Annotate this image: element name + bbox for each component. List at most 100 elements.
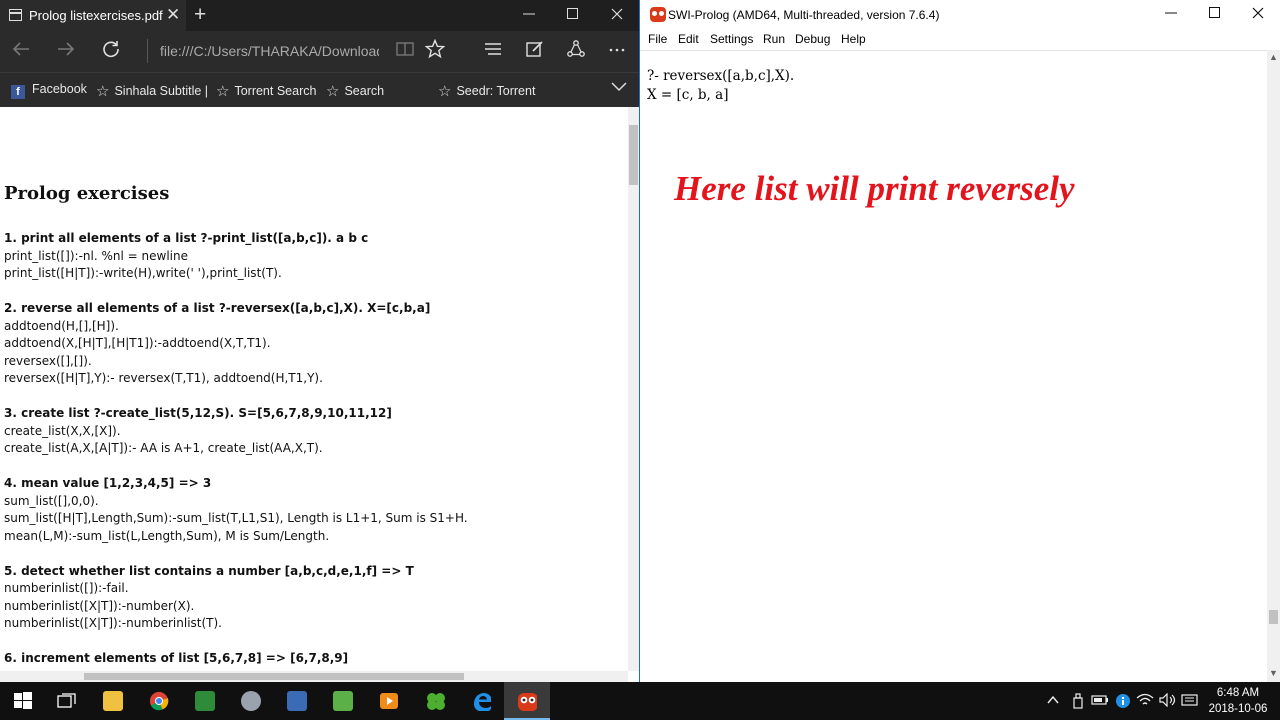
code-line: numberinlist([X|T]):-number(X).: [4, 598, 195, 613]
edge-tab-bar: Prolog listexercises.pdf ✕ +: [0, 0, 639, 31]
tab-title: Prolog listexercises.pdf: [29, 8, 163, 23]
minimize-icon[interactable]: [507, 0, 551, 31]
section-heading: 3. create list ?-create_list(5,12,S). S=…: [4, 406, 392, 420]
refresh-icon[interactable]: [96, 39, 126, 65]
pdf-horizontal-scrollbar[interactable]: [0, 671, 628, 682]
pdf-section: 5. detect whether list contains a number…: [4, 563, 624, 633]
app-icon: [195, 691, 215, 711]
tab-pdf[interactable]: Prolog listexercises.pdf ✕: [0, 0, 186, 31]
taskbar-app[interactable]: [320, 682, 366, 720]
clock-time: 6:48 AM: [1216, 687, 1260, 699]
code-line: print_list([]):-nl. %nl = newline: [4, 248, 188, 263]
section-heading: 2. reverse all elements of a list ?-reve…: [4, 301, 431, 315]
console-query: ?- reversex([a,b,c],X).: [647, 68, 795, 84]
edge-icon: [474, 693, 491, 711]
taskbar-chrome[interactable]: [136, 682, 182, 720]
minimize-icon[interactable]: [1149, 0, 1193, 30]
star-icon: ☆: [96, 83, 110, 100]
taskbar-edge[interactable]: [458, 682, 504, 720]
chevron-up-icon[interactable]: [1046, 693, 1060, 710]
scrollbar-thumb[interactable]: [629, 125, 638, 185]
code-line: print_list([H|T]):-write(H),write(' '),p…: [4, 266, 282, 280]
taskbar-media-player[interactable]: [366, 682, 412, 720]
app-icon: [287, 691, 307, 711]
menu-help[interactable]: Help: [841, 32, 866, 46]
favorite-label: Torrent Search: [234, 84, 317, 98]
maximize-icon[interactable]: [551, 0, 595, 31]
back-icon[interactable]: [6, 39, 36, 65]
usb-icon[interactable]: [1071, 693, 1085, 712]
document-icon: [9, 9, 22, 21]
more-icon[interactable]: [602, 39, 632, 65]
code-line: addtoend(H,[],[H]).: [4, 318, 119, 333]
code-line: reversex([H|T],Y):- reversex(T,T1), addt…: [4, 371, 323, 385]
address-bar[interactable]: file:///C:/Users/THARAKA/Downloads/Dc: [147, 39, 379, 63]
start-icon: [14, 692, 32, 709]
maximize-icon[interactable]: [1193, 0, 1237, 30]
pdf-section: 1. print all elements of a list ?-print_…: [4, 230, 624, 283]
volume-icon[interactable]: [1159, 692, 1177, 710]
prolog-console[interactable]: ?- reversex([a,b,c],X). X = [c, b, a] He…: [640, 50, 1267, 667]
share-icon[interactable]: [561, 39, 591, 65]
section-heading: 5. detect whether list contains a number…: [4, 563, 414, 578]
console-scrollbar[interactable]: ▲ ▼: [1267, 50, 1280, 682]
scroll-up-icon[interactable]: ▲: [1269, 52, 1278, 62]
favorite-star-icon[interactable]: [420, 38, 450, 65]
swi-title-bar: SWI-Prolog (AMD64, Multi-threaded, versi…: [640, 0, 1280, 30]
system-clock[interactable]: 6:48 AM 2018-10-06: [1203, 685, 1273, 717]
hub-icon[interactable]: [478, 39, 508, 65]
info-icon[interactable]: [1115, 693, 1131, 712]
window-title: SWI-Prolog (AMD64, Multi-threaded, versi…: [668, 8, 940, 22]
pdf-section: 4. mean value [1,2,3,4,5] => 3 sum_list(…: [4, 475, 624, 545]
close-tab-icon[interactable]: ✕: [166, 5, 180, 25]
media-player-icon: [380, 693, 398, 709]
close-window-icon[interactable]: [1236, 0, 1280, 30]
favorite-sinhala-subtitle[interactable]: ☆ Sinhala Subtitle |: [96, 82, 208, 100]
keyboard-icon[interactable]: [1181, 693, 1199, 710]
favorite-label: Search: [344, 84, 385, 98]
code-line: sum_list([],0,0).: [4, 493, 99, 508]
taskbar-clover-app[interactable]: [412, 682, 458, 720]
taskbar-file-explorer[interactable]: [90, 682, 136, 720]
taskbar-swi-prolog[interactable]: [504, 682, 550, 720]
chrome-icon: [149, 691, 169, 711]
close-window-icon[interactable]: [595, 0, 639, 31]
menu-run[interactable]: Run: [763, 32, 785, 46]
code-line: numberinlist([]):-fail.: [4, 581, 129, 595]
code-line: reversex([],[]).: [4, 353, 92, 368]
menu-edit[interactable]: Edit: [678, 32, 699, 46]
menu-settings[interactable]: Settings: [710, 32, 753, 46]
scroll-down-icon[interactable]: ▼: [1269, 668, 1278, 678]
code-line: create_list(A,X,[A|T]):- AA is A+1, crea…: [4, 441, 323, 455]
edge-nav-bar: file:///C:/Users/THARAKA/Downloads/Dc: [0, 31, 639, 72]
swi-prolog-owl-icon: [650, 7, 666, 22]
annotation-text: Here list will print reversely: [674, 169, 1075, 208]
favorite-facebook[interactable]: f Facebook: [11, 82, 87, 99]
chevron-down-icon[interactable]: [610, 77, 628, 99]
section-heading: 4. mean value [1,2,3,4,5] => 3: [4, 476, 212, 490]
reading-view-icon[interactable]: [390, 39, 420, 65]
swi-menu-bar: File Edit Settings Run Debug Help: [640, 30, 1280, 50]
forward-icon[interactable]: [51, 39, 81, 65]
favorite-torrent-search[interactable]: ☆ Torrent Search: [216, 82, 316, 100]
task-view-button[interactable]: [44, 682, 90, 720]
favorite-search[interactable]: ☆ Search: [326, 82, 384, 100]
favorites-bar: f Facebook ☆ Sinhala Subtitle | ☆ Torrent S…: [0, 72, 639, 107]
taskbar-app[interactable]: [228, 682, 274, 720]
pdf-viewer[interactable]: Prolog exercises 1. print all elements o…: [0, 107, 628, 671]
taskbar-app[interactable]: [182, 682, 228, 720]
new-tab-icon[interactable]: +: [194, 3, 206, 27]
scrollbar-thumb[interactable]: [84, 673, 464, 680]
menu-debug[interactable]: Debug: [795, 32, 830, 46]
wifi-icon[interactable]: [1136, 693, 1154, 710]
pdf-vertical-scrollbar[interactable]: [628, 107, 639, 671]
start-button[interactable]: [0, 682, 46, 720]
favorite-seedr[interactable]: ☆ Seedr: Torrent: [438, 82, 535, 100]
taskbar-app[interactable]: [274, 682, 320, 720]
favorite-label: Seedr: Torrent: [456, 84, 536, 98]
menu-file[interactable]: File: [648, 32, 667, 46]
battery-icon[interactable]: [1091, 693, 1109, 710]
app-icon: [333, 691, 353, 711]
scrollbar-thumb[interactable]: [1269, 610, 1278, 624]
web-note-icon[interactable]: [520, 39, 550, 65]
